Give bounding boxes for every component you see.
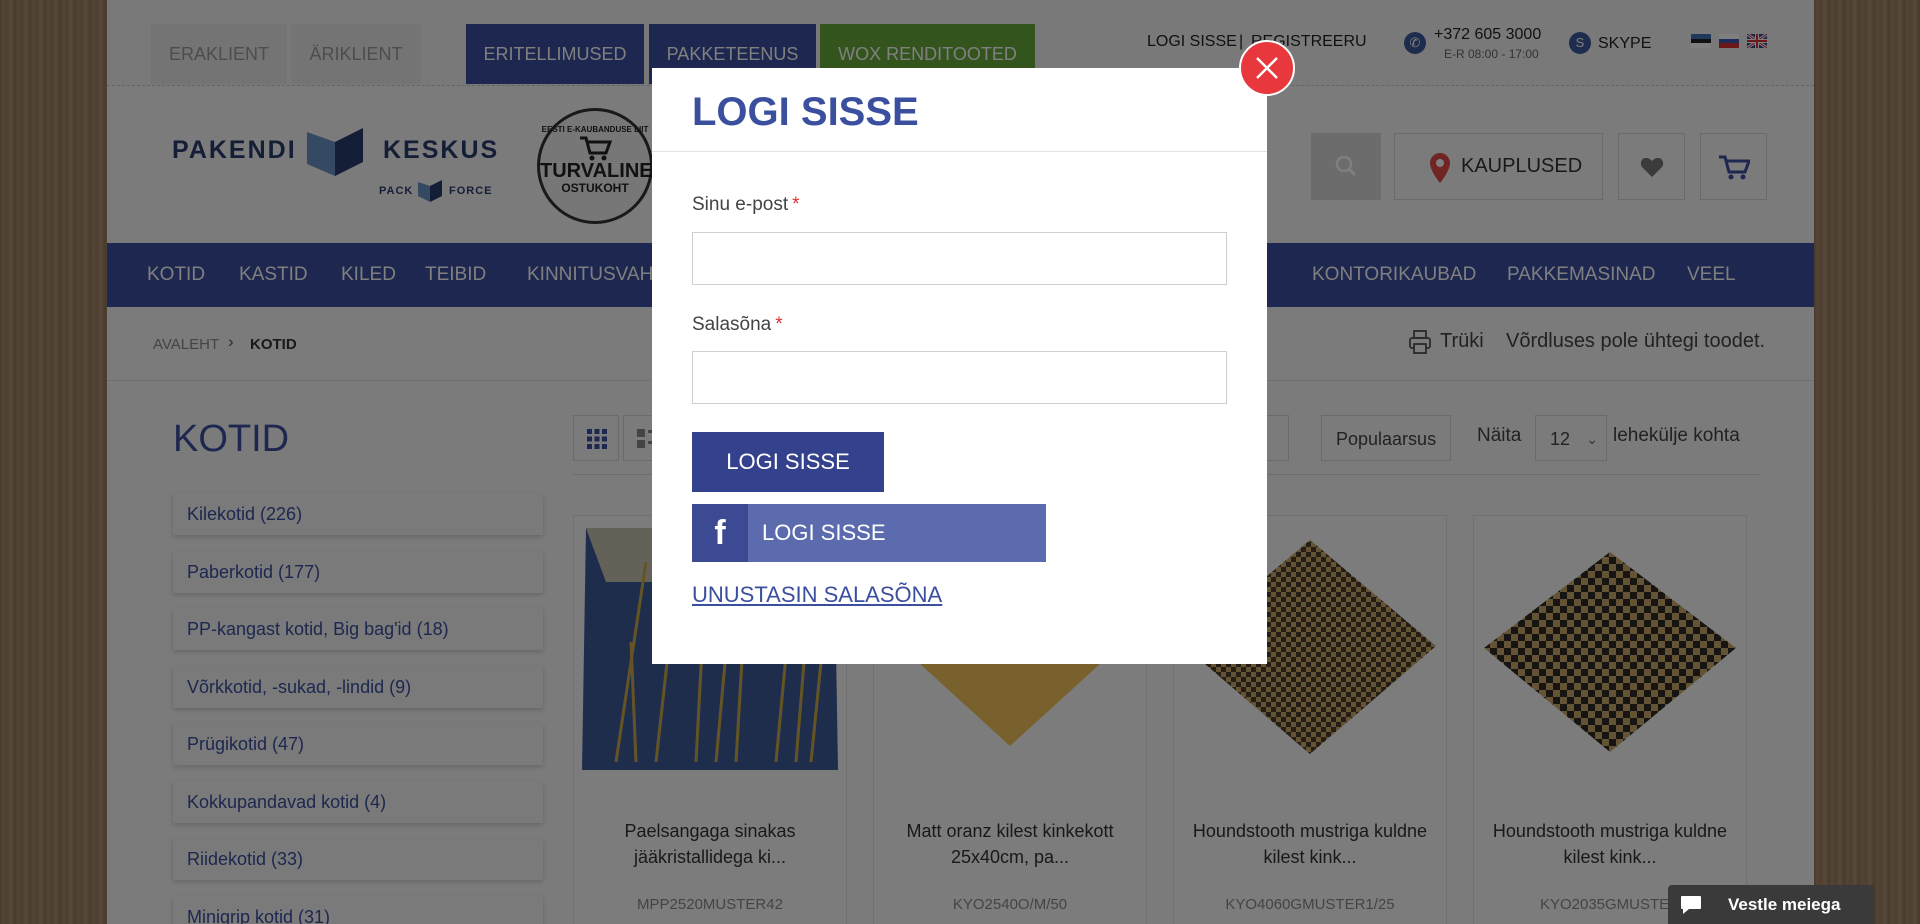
facebook-icon: f [692,504,748,562]
email-label-text: Sinu e-post [692,194,789,215]
login-button[interactable]: LOGI SISSE [692,432,884,492]
password-label-text: Salasõna [692,314,772,335]
close-modal-button[interactable] [1239,40,1295,96]
required-mark: * [792,194,800,215]
modal-title: LOGI SISSE [692,90,919,134]
chat-bubble-icon [1681,896,1701,914]
facebook-login-button[interactable]: f LOGI SISSE FACEBOOKIGA [692,504,1046,603]
chat-label: Vestle meiega [1728,895,1841,914]
forgot-password-link[interactable]: UNUSTASIN SALASÕNA [692,582,942,608]
close-icon [1256,57,1278,79]
email-field[interactable] [692,232,1227,285]
modal-header: LOGI SISSE [652,68,1267,152]
login-modal: LOGI SISSE Sinu e-post * Salasõna * LOGI S… [652,68,1267,664]
chat-widget-button[interactable]: Vestle meiega [1668,885,1874,924]
required-mark: * [775,314,783,335]
email-label: Sinu e-post * [692,194,800,216]
password-field[interactable] [692,351,1227,404]
password-label: Salasõna * [692,314,783,336]
